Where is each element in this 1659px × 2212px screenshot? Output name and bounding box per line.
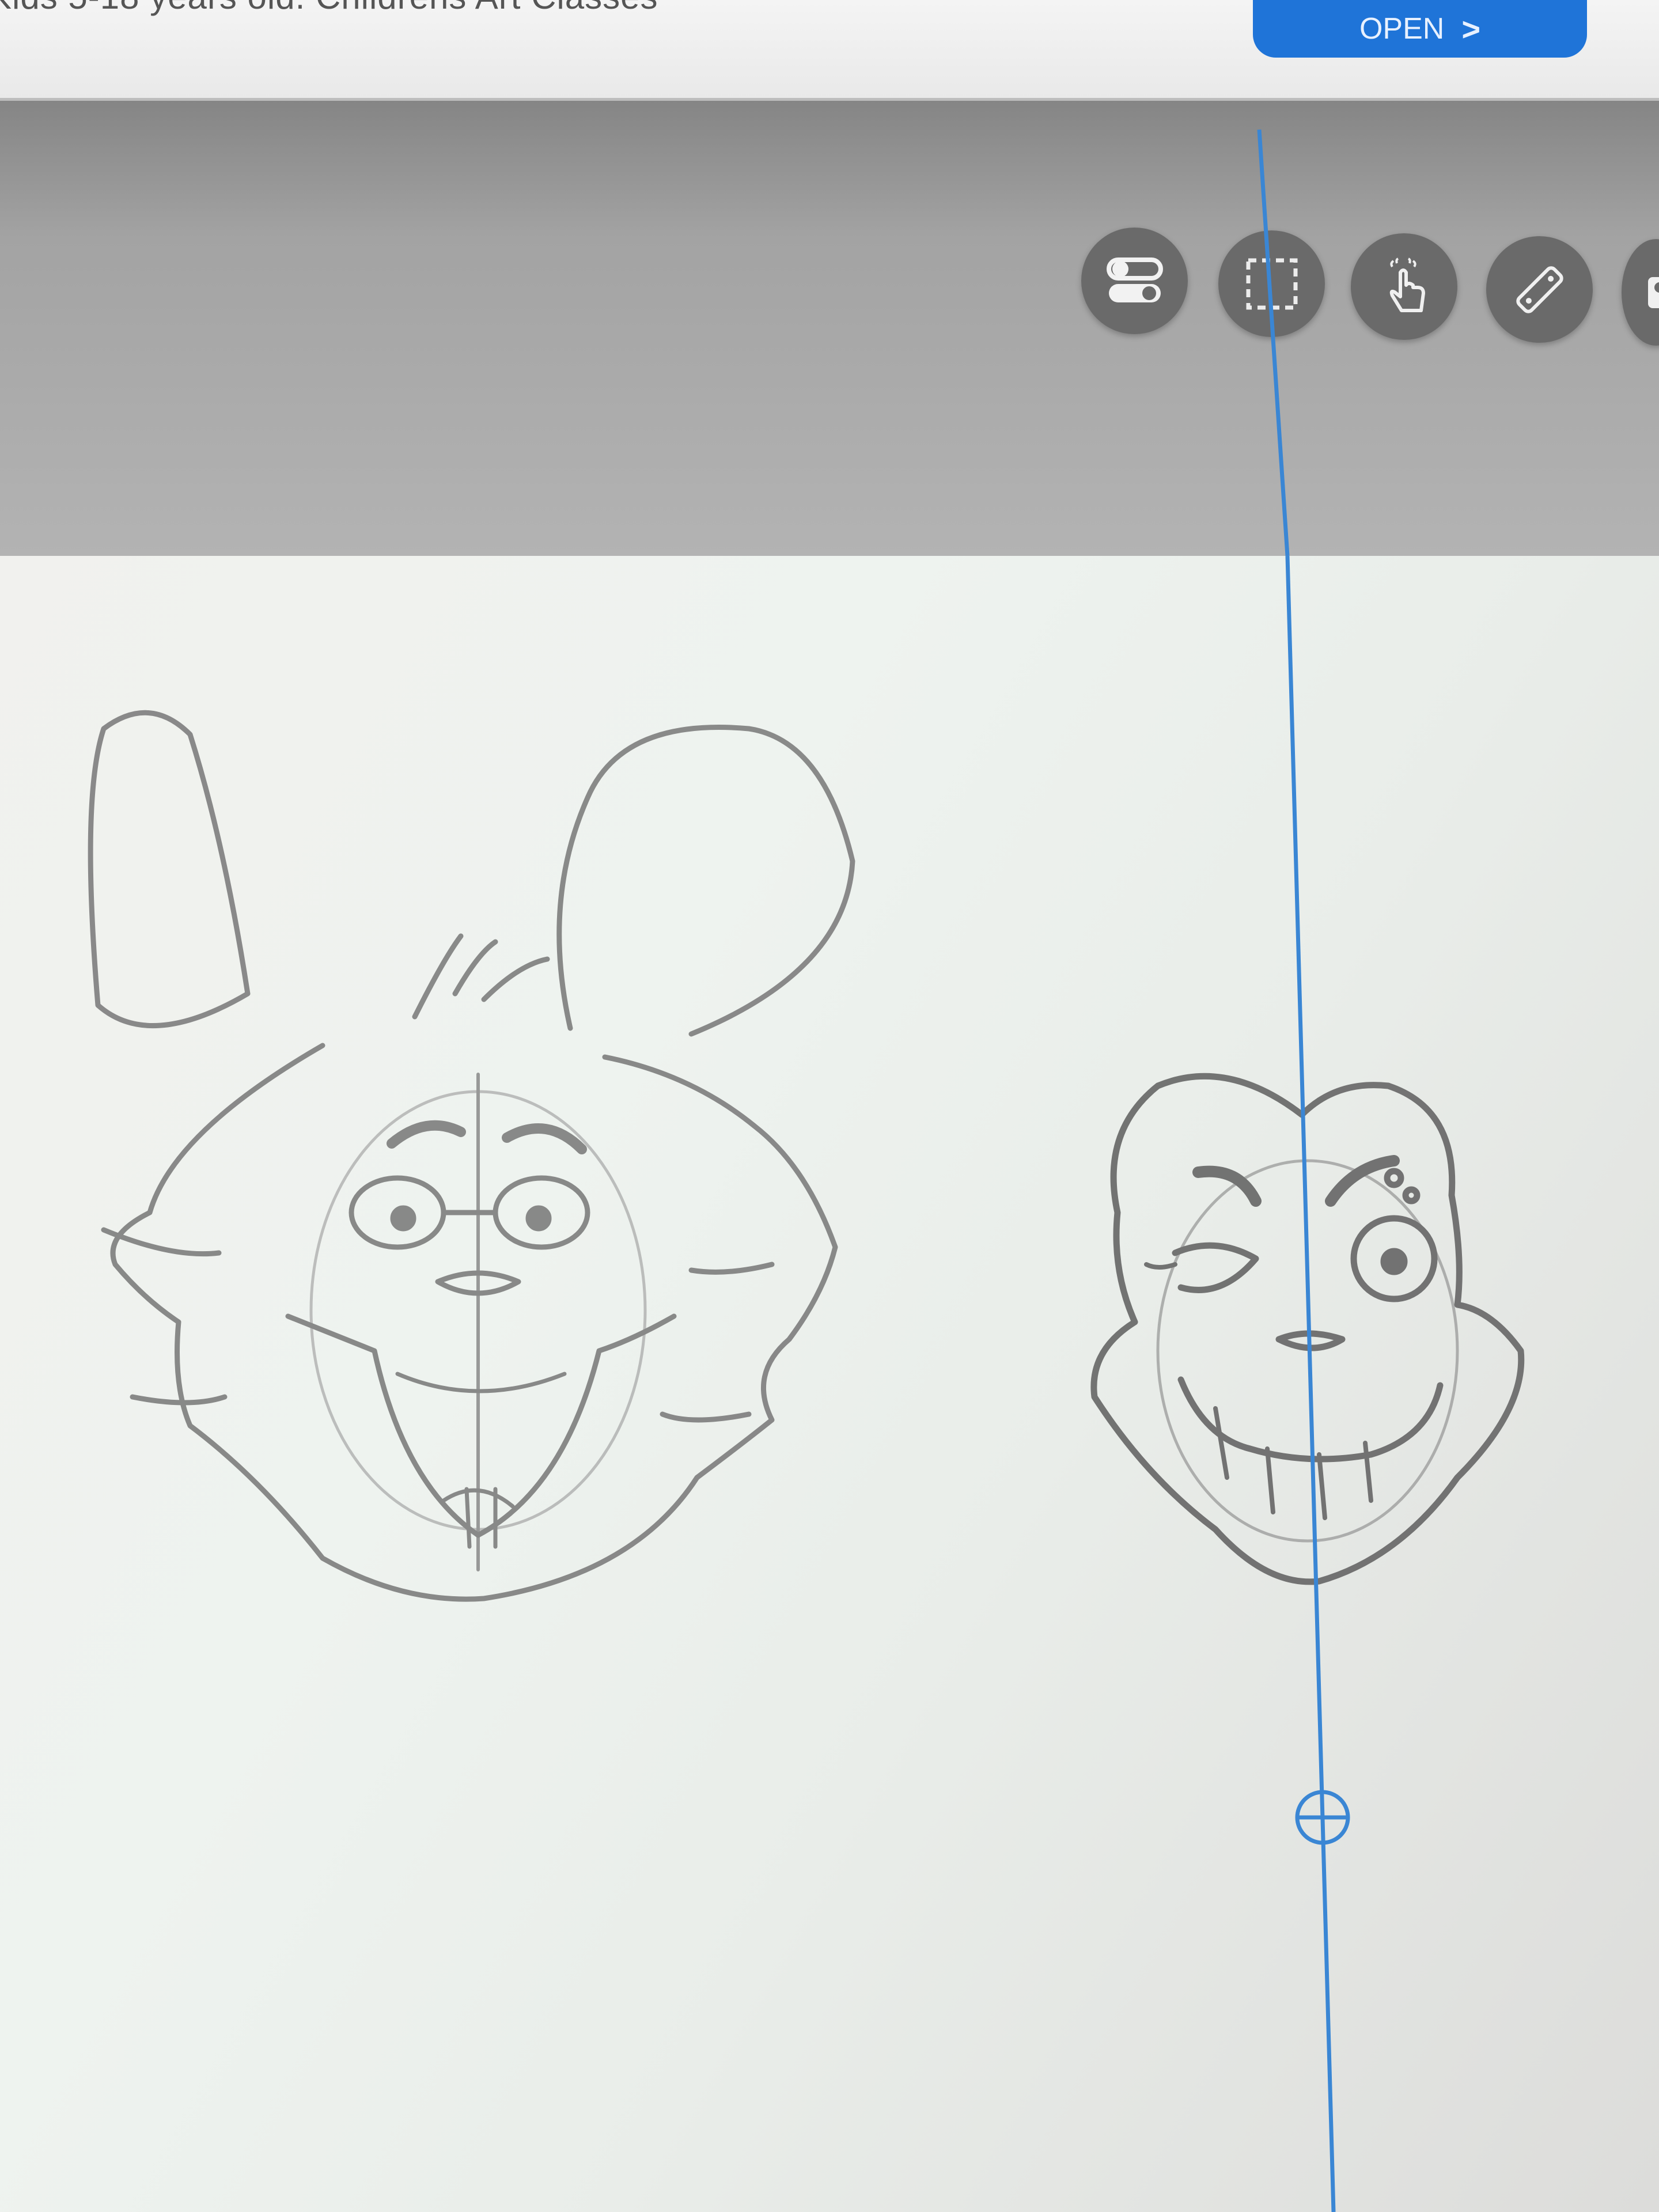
bunny-left-ear	[88, 710, 251, 1029]
sketch-drawing	[88, 710, 1525, 1602]
bunny-cheek-fur	[101, 1227, 775, 1423]
bunny-right-brow	[502, 1123, 587, 1154]
bunny-tuft	[412, 933, 550, 1020]
character-nose	[1275, 1330, 1346, 1351]
character-left-eye	[1172, 1242, 1259, 1293]
drawing-canvas[interactable]	[0, 556, 1659, 2212]
bunny-head-outline	[110, 1043, 838, 1602]
bunny-mouth	[285, 1313, 677, 1538]
bunny-teeth	[395, 1372, 567, 1549]
character-teeth	[1213, 1406, 1373, 1520]
guide-line-top	[1257, 129, 1290, 556]
bunny-left-brow	[387, 1120, 466, 1149]
bunny-right-ear	[556, 725, 855, 1037]
